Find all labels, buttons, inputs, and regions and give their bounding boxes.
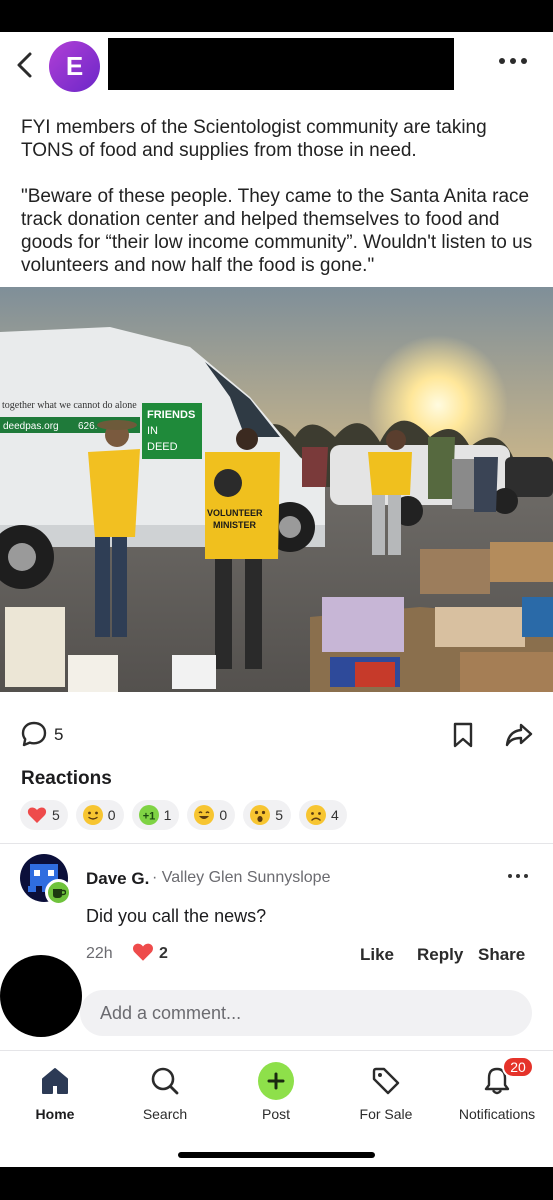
post-body: FYI members of the Scientologist communi… (21, 116, 536, 300)
coffee-cup-icon (52, 888, 66, 898)
photo-illustration: together what we cannot do alone deedpas… (0, 287, 553, 692)
reaction-sad[interactable]: 4 (298, 800, 347, 830)
status-bar (0, 0, 553, 32)
bookmark-icon (453, 722, 473, 748)
home-indicator[interactable] (178, 1152, 375, 1158)
reaction-count: 5 (52, 807, 60, 823)
reaction-smile[interactable]: 0 (75, 800, 124, 830)
dot (516, 874, 520, 878)
comment-timestamp: 22h (86, 945, 113, 962)
plus-one-icon: +1 (138, 804, 160, 826)
notifications-badge: 20 (502, 1056, 534, 1078)
comment-share-button[interactable]: Share (478, 945, 525, 965)
reaction-surprised[interactable]: 5 (243, 800, 291, 830)
reaction-plus-one[interactable]: +1 1 (131, 800, 180, 830)
share-arrow-icon (505, 723, 533, 747)
comment-bubble-icon (21, 721, 47, 747)
surprised-emoji-icon (249, 804, 271, 826)
tab-post[interactable]: Post (221, 1051, 331, 1141)
comment-heart-reaction[interactable] (132, 942, 154, 967)
reaction-pills: 5 0 +1 1 0 5 4 (20, 800, 347, 830)
back-button[interactable] (14, 50, 36, 80)
bottom-black-bar (0, 1167, 553, 1200)
plus-icon (258, 1062, 294, 1100)
smile-emoji-icon (82, 804, 104, 826)
plus-one-label: +1 (142, 811, 155, 823)
comment-count: 5 (54, 725, 64, 744)
van-website: deedpas.org (3, 421, 59, 432)
post-photo[interactable]: together what we cannot do alone deedpas… (0, 287, 553, 692)
van-slogan: together what we cannot do alone (2, 400, 137, 411)
comment-more-button[interactable] (508, 874, 528, 878)
shirt-line-1: VOLUNTEER (207, 508, 263, 518)
tab-label: Post (261, 1106, 290, 1122)
heart-icon (26, 804, 48, 826)
comment-item: Dave G. · Valley Glen Sunnyslope Did you… (0, 844, 553, 974)
current-user-avatar-redacted (0, 955, 82, 1037)
tab-notifications[interactable]: 20 Notifications (442, 1051, 552, 1141)
commenter-name[interactable]: Dave G. (86, 869, 149, 889)
reaction-grin[interactable]: 0 (187, 800, 236, 830)
neighbor-badge (45, 879, 72, 906)
reaction-count: 0 (107, 807, 116, 823)
redacted-author-name (108, 38, 454, 90)
tab-search[interactable]: Search (110, 1051, 220, 1141)
shirt-line-2: MINISTER (213, 520, 257, 530)
dot (524, 874, 528, 878)
chevron-left-icon (17, 52, 32, 78)
home-icon (37, 1063, 73, 1099)
price-tag-icon (368, 1063, 404, 1099)
tab-label: Home (35, 1106, 75, 1122)
add-comment-field[interactable] (80, 990, 532, 1036)
tab-label: For Sale (359, 1106, 413, 1122)
sign-line-2: IN (147, 425, 158, 437)
comment-like-button[interactable]: Like (360, 945, 394, 965)
post-paragraph: FYI members of the Scientologist communi… (21, 117, 487, 161)
heart-icon (132, 943, 154, 961)
comment-text: Did you call the news? (86, 906, 267, 926)
tab-label: Search (142, 1106, 188, 1122)
reactions-heading: Reactions (21, 768, 112, 789)
tab-for-sale[interactable]: For Sale (331, 1051, 441, 1141)
bottom-tab-bar: Home Search Post For Sale 20 Notificatio… (0, 1050, 553, 1160)
sad-emoji-icon (305, 804, 327, 826)
commenter-neighborhood: · Valley Glen Sunnyslope (152, 869, 331, 886)
comments-button[interactable] (20, 720, 48, 753)
bookmark-button[interactable] (452, 721, 474, 754)
reaction-count: 5 (275, 807, 283, 823)
comment-reply-button[interactable]: Reply (417, 945, 463, 965)
search-icon (147, 1063, 183, 1099)
sign-line-1: FRIENDS (147, 409, 195, 421)
add-comment-input[interactable] (80, 990, 532, 1036)
grin-emoji-icon (193, 804, 215, 826)
post-paragraph: "Beware of these people. They came to th… (21, 186, 533, 276)
reaction-count: 4 (330, 807, 339, 823)
more-options-button[interactable] (495, 50, 531, 72)
dot (510, 58, 516, 64)
dot (521, 58, 527, 64)
comment-heart-count: 2 (159, 945, 168, 962)
share-button[interactable] (505, 721, 533, 754)
tab-home[interactable]: Home (0, 1051, 110, 1141)
post-header: E (0, 32, 553, 98)
author-avatar[interactable]: E (49, 41, 100, 92)
more-horizontal-icon (499, 58, 505, 64)
tab-label: Notifications (458, 1106, 536, 1122)
reaction-heart[interactable]: 5 (20, 800, 68, 830)
sign-line-3: DEED (147, 441, 178, 453)
more-horizontal-icon (508, 874, 512, 878)
post-actions: 5 (0, 720, 553, 750)
reaction-count: 1 (163, 807, 172, 823)
reaction-count: 0 (219, 807, 228, 823)
van-phone: 626. (78, 421, 97, 432)
